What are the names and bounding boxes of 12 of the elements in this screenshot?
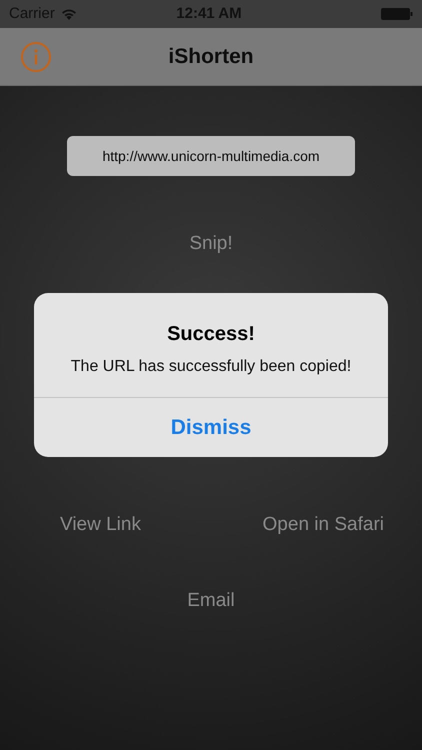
nav-title: iShorten [168, 44, 254, 70]
battery-icon [381, 8, 413, 20]
alert-title: Success! [167, 322, 255, 347]
info-icon[interactable] [21, 42, 51, 72]
url-field[interactable]: http://www.unicorn-multimedia.com [67, 136, 355, 176]
email-button[interactable]: Email [187, 587, 235, 616]
action-button[interactable]: Open in Safari [262, 510, 384, 539]
alert-message: The URL has successfully been copied! [70, 357, 352, 377]
dismiss-button[interactable]: Dismiss [34, 398, 388, 457]
snip-button[interactable]: Snip! [189, 230, 233, 258]
wifi-icon [60, 8, 77, 20]
action-button[interactable]: View Link [60, 510, 141, 539]
